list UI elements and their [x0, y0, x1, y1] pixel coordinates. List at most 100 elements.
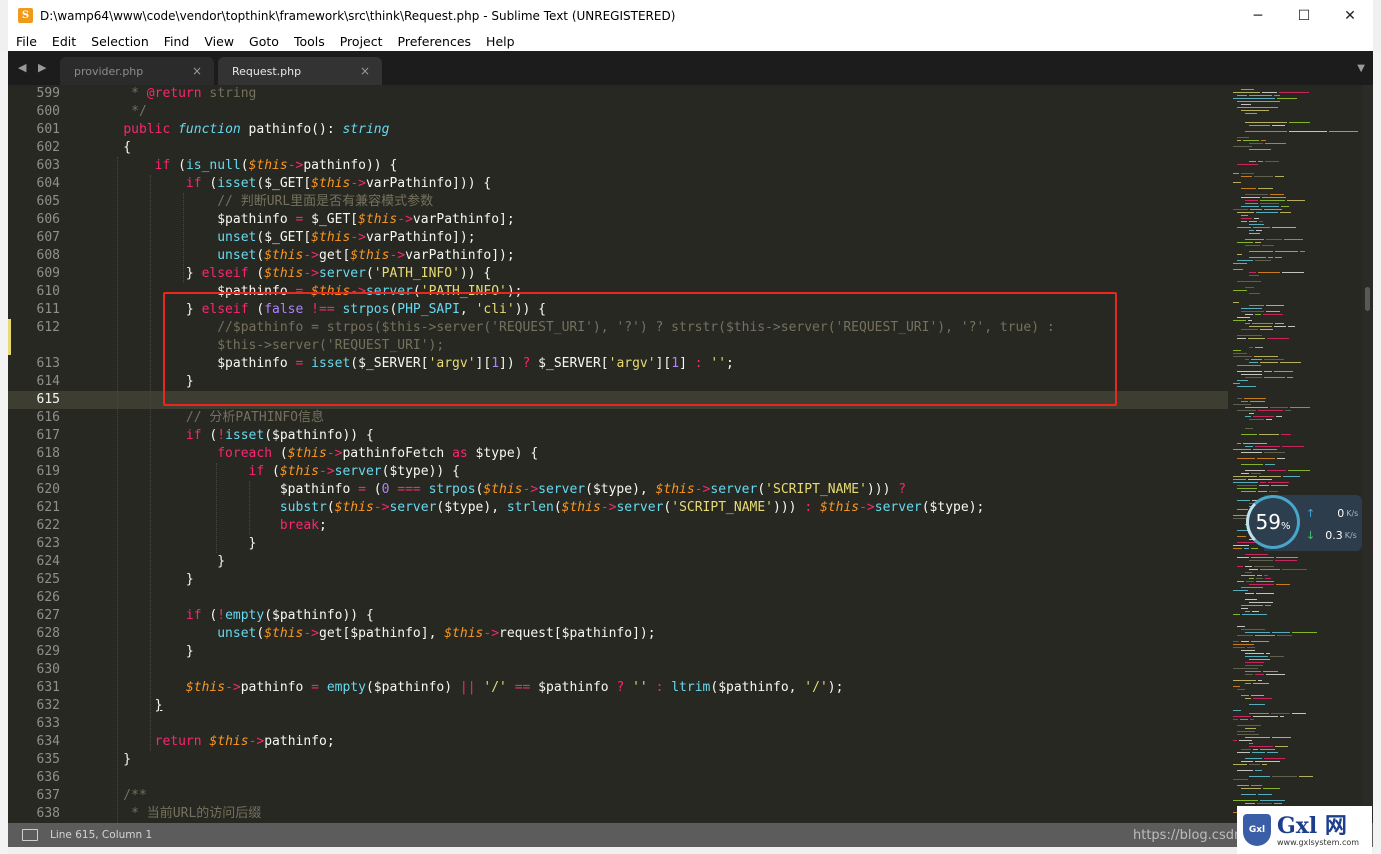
- line-number: 625: [36, 572, 60, 587]
- minimap-line: [1292, 632, 1317, 633]
- logo-sub-text: www.gxlsystem.com: [1277, 837, 1360, 847]
- minimap-line: [1264, 452, 1285, 453]
- menu-find[interactable]: Find: [156, 34, 197, 49]
- minimap-line: [1241, 605, 1263, 606]
- minimap-line: [1237, 137, 1249, 138]
- menu-tools[interactable]: Tools: [286, 34, 332, 49]
- tab-dropdown-icon[interactable]: ▼: [1357, 63, 1365, 74]
- network-speed-widget[interactable]: 59% ↑ 0 K/s ↓ 0.3 K/s: [1246, 495, 1362, 551]
- code-line: return $this->pathinfo;: [154, 734, 335, 749]
- minimap-line: [1262, 245, 1274, 246]
- minimap-line: [1233, 356, 1252, 357]
- minimap-line: [1272, 632, 1290, 633]
- minimap-line: [1258, 410, 1283, 411]
- menu-edit[interactable]: Edit: [44, 34, 83, 49]
- minimap-line: [1280, 362, 1301, 363]
- minimap-line: [1265, 161, 1279, 162]
- tab-request-php[interactable]: Request.php ×: [218, 57, 382, 85]
- minimap-line: [1257, 803, 1272, 804]
- maximize-button[interactable]: ☐: [1281, 0, 1327, 31]
- minimap-line: [1233, 449, 1251, 450]
- minimap-line: [1257, 458, 1275, 459]
- code-editor[interactable]: 599 600 601 602 603 604 605 606 607 608 609 610 611 6…: [8, 85, 1373, 823]
- minimap-line: [1245, 656, 1268, 657]
- line-number: 611: [36, 302, 60, 317]
- vertical-scrollbar[interactable]: [1362, 85, 1373, 823]
- minimap-line: [1265, 578, 1271, 579]
- tab-close-icon[interactable]: ×: [360, 64, 382, 78]
- minimap-line: [1262, 764, 1267, 765]
- code-line: }: [154, 698, 163, 713]
- minimap-line: [1249, 149, 1271, 150]
- minimap-line: [1233, 716, 1251, 717]
- minimap-line: [1260, 569, 1280, 570]
- minimap-line: [1292, 713, 1306, 714]
- line-number: 627: [36, 608, 60, 623]
- minimap-line: [1241, 89, 1254, 90]
- minimap-line: [1241, 218, 1252, 219]
- minimap-line: [1256, 581, 1274, 582]
- minimap-line: [1258, 794, 1272, 795]
- minimap-line: [1237, 410, 1256, 411]
- minimap-line: [1241, 197, 1260, 198]
- minimap-line: [1249, 233, 1260, 234]
- scrollbar-thumb[interactable]: [1365, 287, 1370, 311]
- minimap-line: [1245, 194, 1268, 195]
- menu-project[interactable]: Project: [332, 34, 390, 49]
- tab-close-icon[interactable]: ×: [192, 64, 214, 78]
- minimap-line: [1249, 275, 1259, 276]
- minimap-line: [1237, 581, 1244, 582]
- minimap[interactable]: [1233, 85, 1360, 823]
- minimap-line: [1233, 740, 1237, 741]
- menu-view[interactable]: View: [196, 34, 241, 49]
- line-number: 604: [36, 176, 60, 191]
- minimap-line: [1250, 719, 1254, 720]
- minimap-line: [1245, 611, 1250, 612]
- code-line: foreach ($this->pathinfoFetch as $type) …: [217, 446, 539, 461]
- minimap-line: [1260, 482, 1266, 483]
- minimap-line: [1245, 203, 1258, 204]
- panel-toggle-icon[interactable]: [22, 829, 38, 841]
- line-number: 615: [36, 392, 60, 407]
- minimap-line: [1237, 107, 1278, 108]
- minimap-line: [1241, 629, 1265, 630]
- minimap-line: [1244, 398, 1266, 399]
- menu-help[interactable]: Help: [478, 34, 522, 49]
- menu-selection[interactable]: Selection: [83, 34, 156, 49]
- menu-goto[interactable]: Goto: [241, 34, 286, 49]
- minimize-button[interactable]: ─: [1235, 0, 1281, 31]
- minimap-line: [1256, 578, 1263, 579]
- code-line: $pathinfo = (0 === strpos($this->server(…: [92, 482, 907, 497]
- tab-nav-arrows-icon[interactable]: ◀ ▶: [18, 61, 50, 74]
- site-logo: Gxl Gxl 网 www.gxlsystem.com: [1237, 806, 1372, 854]
- code-line: * 当前URL的访问后缀: [92, 806, 262, 821]
- minimap-line: [1270, 656, 1284, 657]
- menu-file[interactable]: File: [8, 34, 44, 49]
- minimap-line: [1271, 713, 1290, 714]
- minimap-line: [1283, 476, 1300, 477]
- cursor-position[interactable]: Line 615, Column 1: [50, 829, 152, 841]
- line-number: 614: [36, 374, 60, 389]
- menu-preferences[interactable]: Preferences: [390, 34, 479, 49]
- minimap-line: [1249, 743, 1253, 744]
- line-number: 609: [36, 266, 60, 281]
- line-number: 612: [36, 320, 60, 335]
- code-line: {: [92, 140, 132, 155]
- minimap-line: [1245, 470, 1265, 471]
- line-number: 607: [36, 230, 60, 245]
- minimap-line: [1233, 404, 1251, 405]
- minimap-line: [1237, 458, 1255, 459]
- minimap-line: [1245, 377, 1262, 378]
- minimap-line: [1282, 272, 1304, 273]
- minimap-line: [1233, 548, 1242, 549]
- minimap-line: [1265, 464, 1275, 465]
- minimap-line: [1245, 674, 1253, 675]
- minimap-line: [1267, 338, 1289, 339]
- minimap-line: [1280, 716, 1284, 717]
- close-button[interactable]: ✕: [1327, 0, 1373, 31]
- minimap-line: [1243, 443, 1267, 444]
- minimap-line: [1277, 635, 1292, 636]
- code-line: break;: [279, 518, 327, 533]
- tab-provider-php[interactable]: provider.php ×: [60, 57, 214, 85]
- minimap-line: [1275, 251, 1298, 252]
